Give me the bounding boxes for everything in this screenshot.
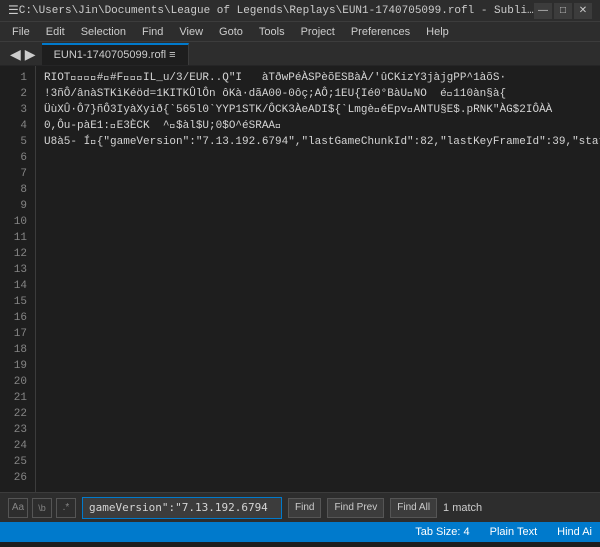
- line-number: 18: [8, 342, 27, 358]
- line-number: 4: [8, 118, 27, 134]
- menu-item-goto[interactable]: Goto: [211, 22, 251, 42]
- line-number: 14: [8, 278, 27, 294]
- match-count: 1 match: [443, 502, 482, 514]
- maximize-button[interactable]: □: [554, 3, 572, 19]
- menu-item-help[interactable]: Help: [418, 22, 457, 42]
- line-number: 24: [8, 438, 27, 454]
- menu-item-file[interactable]: File: [4, 22, 38, 42]
- window-controls: — □ ✕: [534, 3, 592, 19]
- close-button[interactable]: ✕: [574, 3, 592, 19]
- line-number: 26: [8, 470, 27, 486]
- window-icon: ☰: [8, 3, 19, 18]
- tab-size-label: Tab Size: 4: [415, 526, 469, 538]
- line-number: 13: [8, 262, 27, 278]
- find-button[interactable]: Find: [288, 498, 321, 518]
- editor-area: 1234567891011121314151617181920212223242…: [0, 66, 600, 492]
- menu-item-edit[interactable]: Edit: [38, 22, 73, 42]
- line-number: 5: [8, 134, 27, 150]
- menu-item-project[interactable]: Project: [293, 22, 343, 42]
- line-number: 9: [8, 198, 27, 214]
- find-prev-button[interactable]: Find Prev: [327, 498, 384, 518]
- find-all-button[interactable]: Find All: [390, 498, 437, 518]
- code-content[interactable]: RIOT    # #F   IL_u/3/EUR..Q"I àTðwPéÀSP…: [36, 66, 600, 492]
- minimize-button[interactable]: —: [534, 3, 552, 19]
- hind-ai-label: Hind Ai: [557, 526, 592, 538]
- find-regex[interactable]: .*: [56, 498, 76, 518]
- line-number: 10: [8, 214, 27, 230]
- tab-nav: ◀ ▶: [4, 43, 42, 65]
- line-number: 1: [8, 70, 27, 86]
- line-number: 11: [8, 230, 27, 246]
- line-number: 2: [8, 86, 27, 102]
- line-number: 17: [8, 326, 27, 342]
- line-number: 6: [8, 150, 27, 166]
- line-number: 8: [8, 182, 27, 198]
- line-number: 20: [8, 374, 27, 390]
- line-number: 7: [8, 166, 27, 182]
- tab-bar: ◀ ▶ EUN1-1740705099.rofl ≡: [0, 42, 600, 66]
- title-text: C:\Users\Jin\Documents\League of Legends…: [19, 5, 534, 17]
- title-bar: ☰ C:\Users\Jin\Documents\League of Legen…: [0, 0, 600, 22]
- line-number: 23: [8, 422, 27, 438]
- line-number: 19: [8, 358, 27, 374]
- menu-item-view[interactable]: View: [171, 22, 211, 42]
- tab-nav-next[interactable]: ▶: [23, 43, 38, 65]
- tab-nav-prev[interactable]: ◀: [8, 43, 23, 65]
- line-number: 16: [8, 310, 27, 326]
- file-tab[interactable]: EUN1-1740705099.rofl ≡: [42, 43, 189, 65]
- find-whole-word[interactable]: \b: [32, 498, 52, 518]
- menu-item-selection[interactable]: Selection: [73, 22, 134, 42]
- menu-item-find[interactable]: Find: [134, 22, 171, 42]
- line-number: 22: [8, 406, 27, 422]
- find-bar: Aa \b .* Find Find Prev Find All 1 match: [0, 492, 600, 522]
- menu-bar: FileEditSelectionFindViewGotoToolsProjec…: [0, 22, 600, 42]
- menu-item-preferences[interactable]: Preferences: [343, 22, 418, 42]
- line-number: 21: [8, 390, 27, 406]
- line-number: 15: [8, 294, 27, 310]
- find-options: Aa \b .*: [8, 498, 76, 518]
- line-number: 25: [8, 454, 27, 470]
- line-numbers: 1234567891011121314151617181920212223242…: [0, 66, 36, 492]
- find-input[interactable]: [82, 497, 282, 519]
- language-label: Plain Text: [490, 526, 538, 538]
- find-case-sensitive[interactable]: Aa: [8, 498, 28, 518]
- status-bar: Tab Size: 4 Plain Text Hind Ai: [0, 522, 600, 542]
- line-number: 12: [8, 246, 27, 262]
- menu-item-tools[interactable]: Tools: [251, 22, 293, 42]
- line-number: 3: [8, 102, 27, 118]
